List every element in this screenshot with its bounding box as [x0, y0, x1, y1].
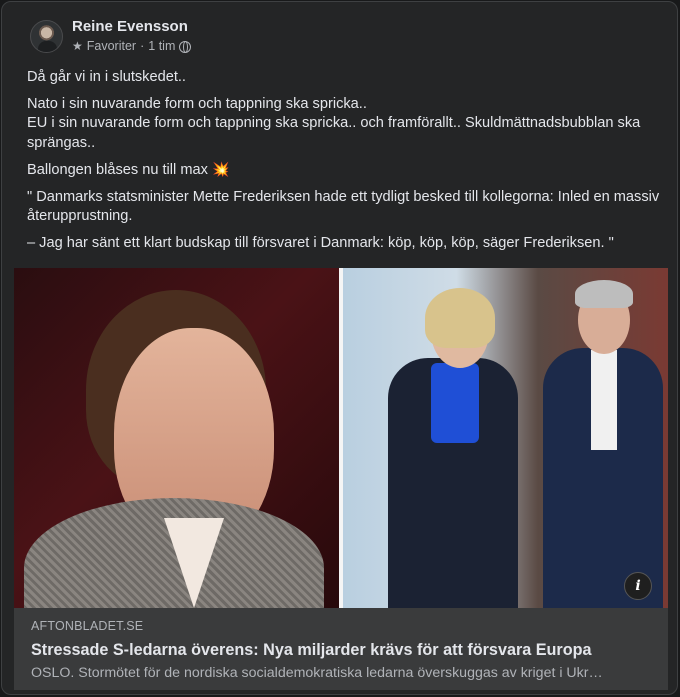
post-line: Ballongen blåses nu till max — [27, 162, 208, 178]
info-icon[interactable]: i — [624, 572, 652, 600]
separator-dot: · — [140, 39, 145, 53]
audience-label[interactable]: Favoriter — [87, 39, 136, 54]
collision-emoji: 💥 — [211, 161, 230, 177]
post-text: Då går vi in i slutskedet.. Nato i sin n… — [27, 68, 667, 260]
post-meta: Reine Evensson ★ Favoriter · 1 tim — [72, 18, 192, 54]
star-icon: ★ — [72, 39, 83, 53]
post-line: EU i sin nuvarande form och tappning ska… — [27, 115, 641, 151]
photo-man-hair — [575, 280, 633, 308]
post-paragraph: Då går vi in i slutskedet.. — [27, 69, 186, 85]
post-subline: ★ Favoriter · 1 tim — [72, 39, 192, 54]
post-paragraph: Nato i sin nuvarande form och tappning s… — [27, 95, 667, 154]
photo-coat — [24, 498, 324, 608]
link-description: OSLO. Stormötet för de nordiska socialde… — [31, 665, 603, 681]
photo-left — [14, 268, 339, 608]
link-domain: AFTONBLADET.SE — [31, 619, 144, 633]
link-image[interactable]: i — [14, 268, 668, 608]
post-paragraph: Ballongen blåses nu till max 💥 — [27, 160, 667, 181]
post-paragraph: " Danmarks statsminister Mette Frederiks… — [27, 188, 660, 225]
author-name[interactable]: Reine Evensson — [72, 18, 191, 36]
link-preview[interactable]: AFTONBLADET.SE Stressade S-ledarna övere… — [14, 608, 668, 690]
photo-right — [343, 268, 668, 608]
post-line: Nato i sin nuvarande form och tappning s… — [27, 95, 367, 112]
link-headline[interactable]: Stressade S-ledarna överens: Nya miljard… — [31, 640, 651, 660]
author-avatar[interactable] — [30, 19, 63, 53]
post-header: Reine Evensson ★ Favoriter · 1 tim — [30, 16, 192, 56]
photo-woman-shirt — [431, 363, 479, 443]
globe-icon — [179, 40, 192, 53]
post-paragraph: – Jag har sänt ett klart budskap till fö… — [27, 234, 614, 251]
post-timestamp[interactable]: 1 tim — [148, 39, 175, 54]
post-card: Reine Evensson ★ Favoriter · 1 tim Då gå… — [1, 1, 678, 695]
photo-woman-hair — [425, 288, 495, 348]
photo-man-shirt — [591, 350, 617, 450]
